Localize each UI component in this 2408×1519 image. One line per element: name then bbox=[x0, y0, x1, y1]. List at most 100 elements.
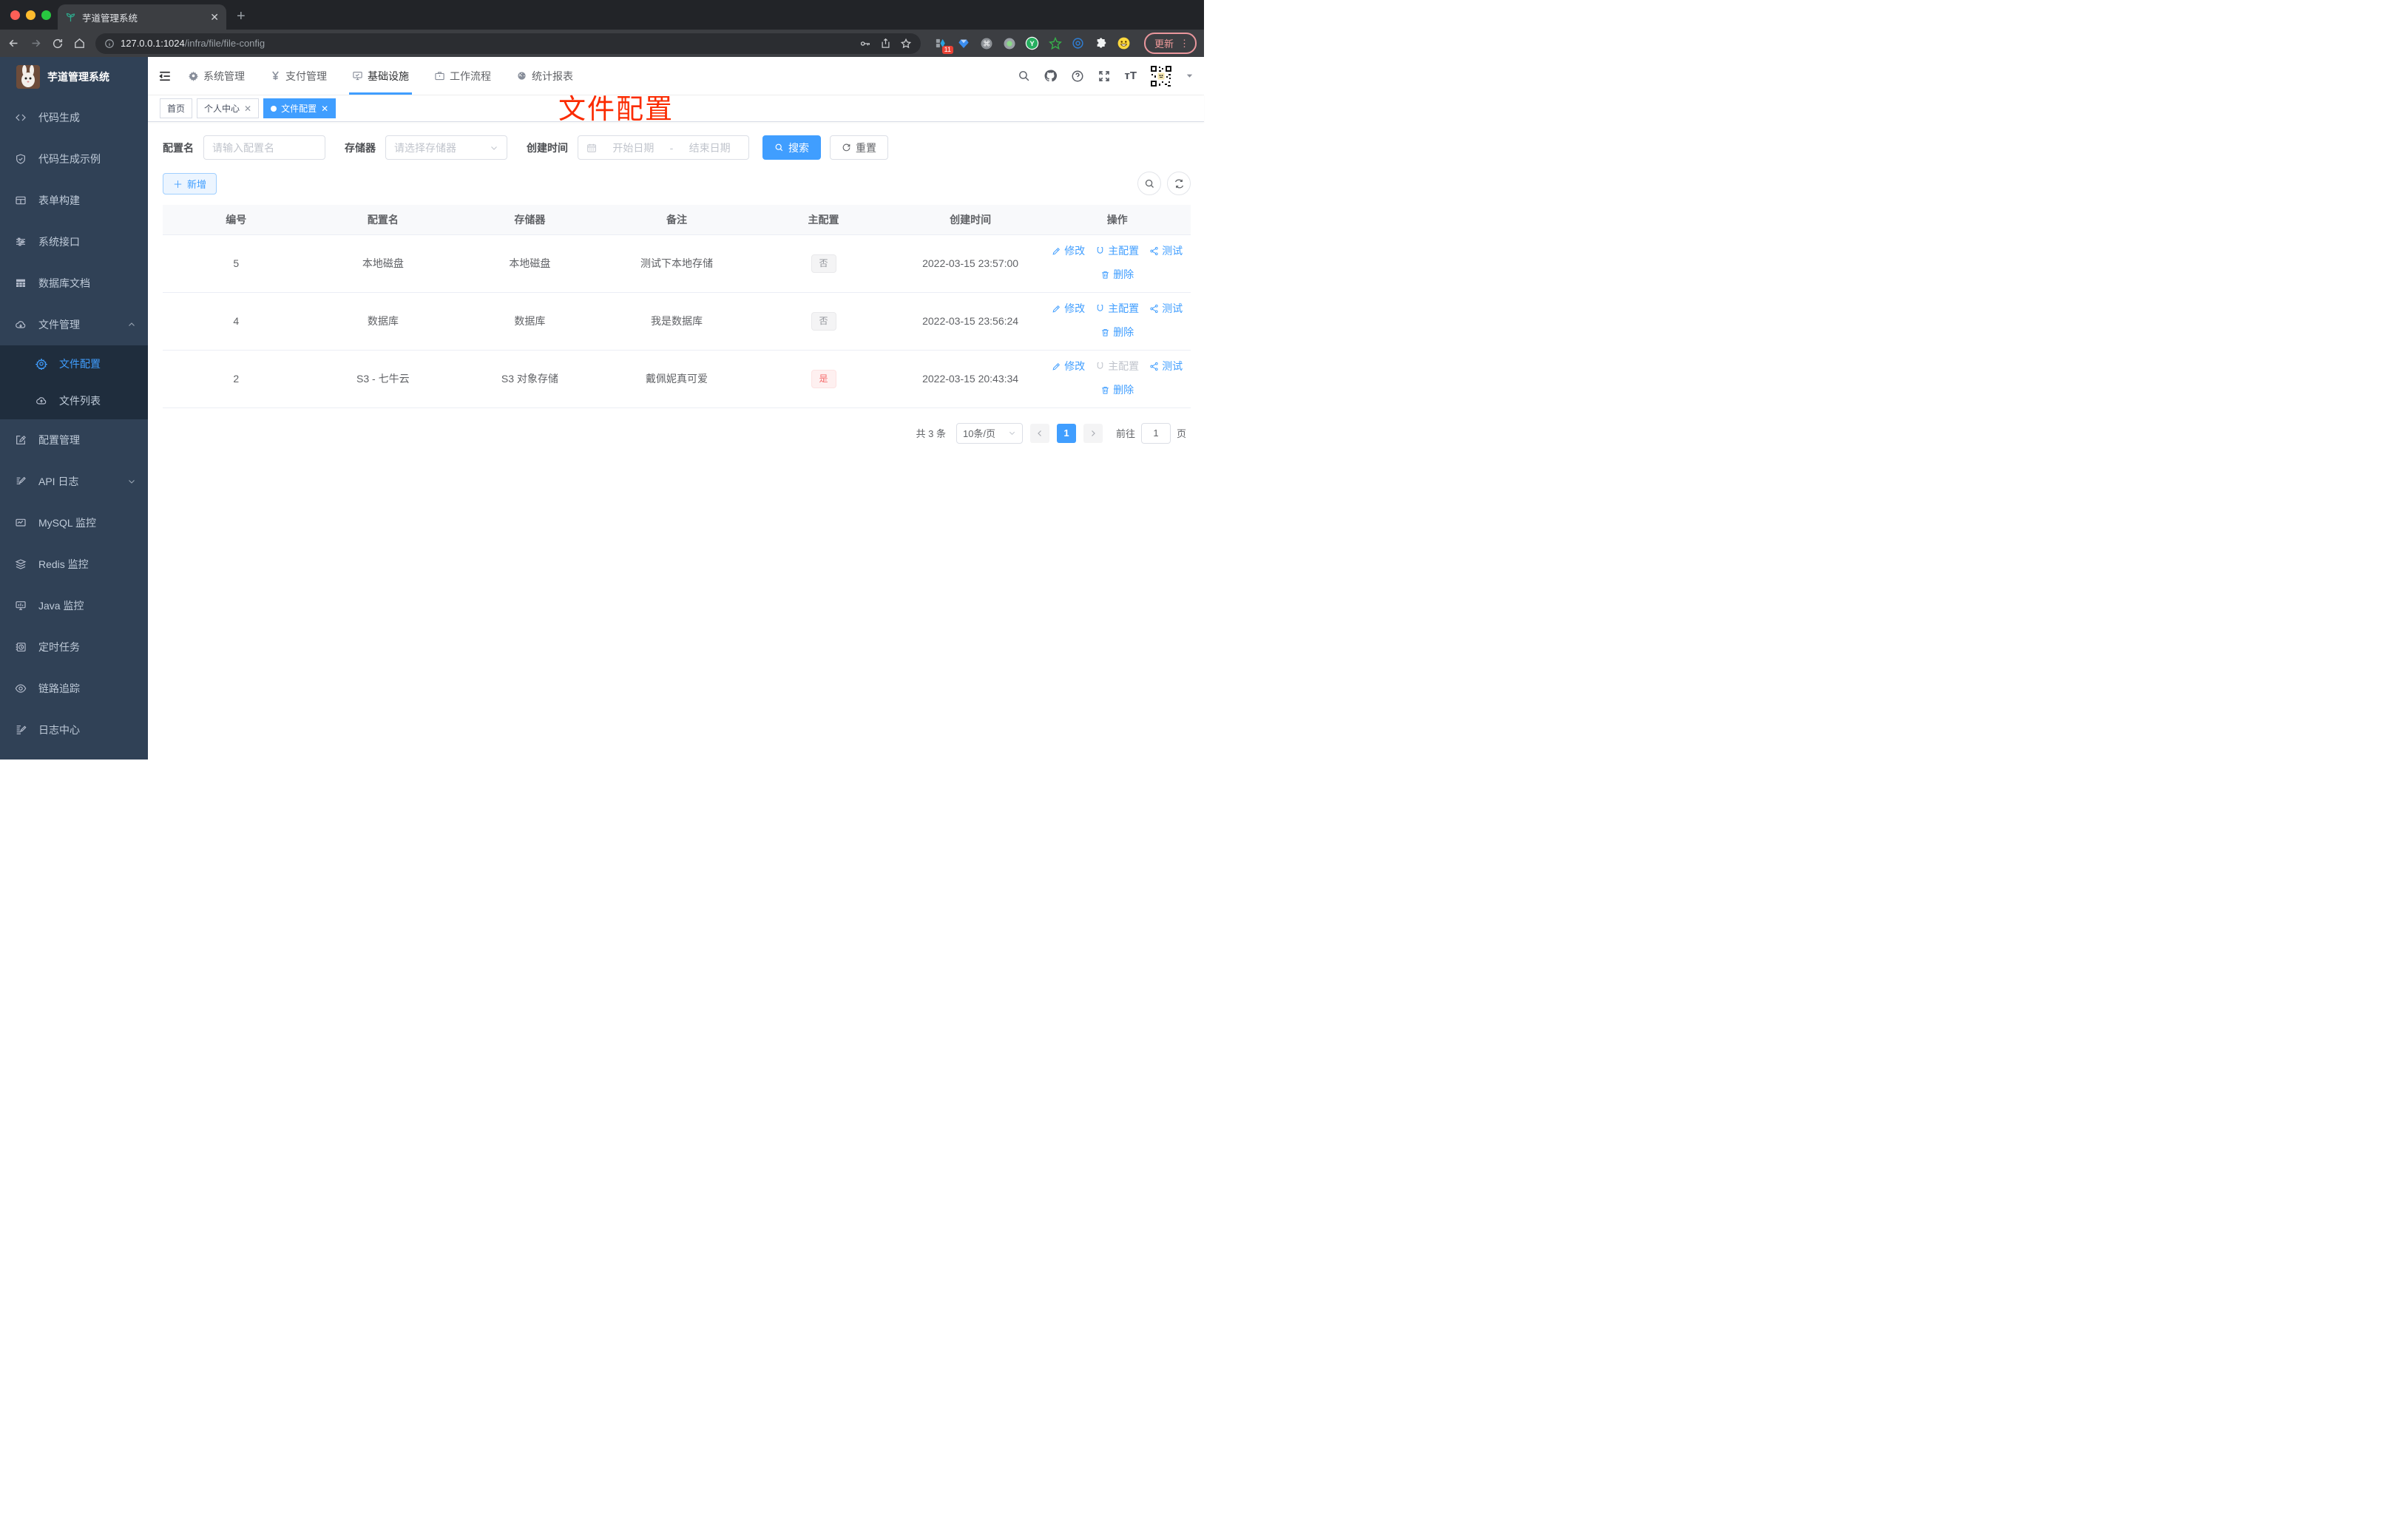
extension-emoji-icon[interactable] bbox=[1117, 36, 1132, 51]
maximize-window-button[interactable] bbox=[41, 10, 51, 20]
close-icon[interactable]: ✕ bbox=[321, 104, 328, 114]
forward-icon[interactable] bbox=[30, 37, 42, 50]
sidebar-item-log-center[interactable]: 日志中心 bbox=[0, 709, 148, 751]
edit-action[interactable]: 修改 bbox=[1052, 303, 1085, 314]
search-button[interactable]: 搜索 bbox=[762, 135, 821, 160]
url-text[interactable]: 127.0.0.1:1024/infra/file/file-config bbox=[121, 38, 853, 49]
extension-puzzle-icon[interactable] bbox=[1094, 36, 1109, 51]
avatar[interactable] bbox=[1150, 64, 1172, 87]
extension-gem-icon[interactable] bbox=[956, 36, 971, 51]
config-name-input[interactable] bbox=[203, 135, 325, 160]
extension-star-icon[interactable] bbox=[1048, 36, 1063, 51]
sidebar-item-code-demo[interactable]: 代码生成示例 bbox=[0, 138, 148, 180]
tag-home[interactable]: 首页 bbox=[160, 98, 193, 118]
sidebar-item-db-doc[interactable]: 数据库文档 bbox=[0, 263, 148, 304]
close-window-button[interactable] bbox=[10, 10, 20, 20]
test-action[interactable]: 测试 bbox=[1149, 246, 1183, 256]
delete-action[interactable]: 删除 bbox=[1100, 385, 1134, 395]
sidebar-collapse-icon[interactable] bbox=[158, 70, 172, 83]
search-toggle-button[interactable] bbox=[1137, 172, 1161, 195]
tab-close-icon[interactable]: ✕ bbox=[210, 11, 219, 24]
nav-item-payment-mgmt[interactable]: 支付管理 bbox=[270, 57, 327, 95]
redis-stack-icon bbox=[15, 558, 27, 570]
next-page-button[interactable] bbox=[1083, 423, 1103, 443]
date-range-picker[interactable]: 开始日期 - 结束日期 bbox=[578, 135, 749, 160]
share-icon[interactable] bbox=[880, 38, 891, 49]
storage-select[interactable]: 请选择存储器 bbox=[385, 135, 507, 160]
site-info-icon[interactable] bbox=[104, 38, 115, 49]
browser-update-button[interactable]: 更新 ⋮ bbox=[1143, 33, 1197, 54]
user-caret-down-icon[interactable] bbox=[1186, 72, 1194, 80]
minimize-window-button[interactable] bbox=[26, 10, 35, 20]
extension-command-icon[interactable]: ⌘ bbox=[979, 36, 994, 51]
sidebar-item-scheduled-task[interactable]: 定时任务 bbox=[0, 626, 148, 668]
github-icon[interactable] bbox=[1044, 69, 1058, 83]
end-date-placeholder[interactable]: 结束日期 bbox=[679, 141, 740, 155]
edit-action[interactable]: 修改 bbox=[1052, 361, 1085, 371]
test-action[interactable]: 测试 bbox=[1149, 303, 1183, 314]
sidebar-item-mysql-monitor[interactable]: MySQL 监控 bbox=[0, 502, 148, 544]
page-size-select[interactable]: 10条/页 bbox=[956, 422, 1023, 444]
close-icon[interactable]: ✕ bbox=[244, 104, 251, 114]
pagination: 共 3 条 10条/页 1 前往 页 bbox=[163, 422, 1191, 444]
db-table-icon bbox=[15, 277, 27, 289]
sidebar-item-file-list[interactable]: 文件列表 bbox=[0, 382, 148, 419]
reload-icon[interactable] bbox=[52, 38, 64, 50]
delete-action[interactable]: 删除 bbox=[1100, 327, 1134, 337]
reset-button[interactable]: 重置 bbox=[830, 135, 888, 160]
tag-file-config[interactable]: 文件配置 ✕ bbox=[263, 98, 336, 118]
sidebar-item-code-gen[interactable]: 代码生成 bbox=[0, 97, 148, 138]
sidebar-item-java-monitor[interactable]: Java 监控 bbox=[0, 585, 148, 626]
prev-page-button[interactable] bbox=[1029, 423, 1049, 443]
font-size-icon[interactable]: ᴛT bbox=[1124, 70, 1137, 82]
extension-eye-icon[interactable] bbox=[1071, 36, 1086, 51]
sidebar-item-api-log[interactable]: API 日志 bbox=[0, 461, 148, 502]
refresh-table-button[interactable] bbox=[1167, 172, 1191, 195]
page-number-button[interactable]: 1 bbox=[1056, 423, 1076, 443]
sidebar-item-file-config[interactable]: 文件配置 bbox=[0, 345, 148, 382]
sidebar-item-form-builder[interactable]: 表单构建 bbox=[0, 180, 148, 221]
search-icon[interactable] bbox=[1018, 70, 1030, 82]
extension-grid-icon[interactable]: 11 bbox=[933, 36, 953, 54]
password-key-icon[interactable] bbox=[859, 38, 871, 50]
app-logo-row[interactable]: 芋道管理系统 bbox=[0, 57, 148, 97]
edit-action[interactable]: 修改 bbox=[1052, 246, 1085, 256]
master-action[interactable]: 主配置 bbox=[1095, 303, 1139, 314]
delete-action[interactable]: 删除 bbox=[1100, 269, 1134, 280]
window-controls[interactable] bbox=[10, 10, 51, 20]
add-button[interactable]: ＋ 新增 bbox=[163, 172, 217, 194]
svg-text:⌘: ⌘ bbox=[983, 40, 990, 48]
help-icon[interactable] bbox=[1071, 70, 1084, 83]
new-tab-button[interactable]: + bbox=[237, 8, 246, 25]
col-actions: 操作 bbox=[1044, 205, 1191, 235]
sidebar-item-tracing[interactable]: 链路追踪 bbox=[0, 668, 148, 709]
back-icon[interactable] bbox=[7, 37, 20, 50]
nav-item-infrastructure[interactable]: 基础设施 bbox=[349, 57, 412, 95]
sliders-icon bbox=[15, 236, 27, 248]
page-content: 配置名 存储器 请选择存储器 创建时间 开始日期 - 结束日期 bbox=[148, 122, 1204, 760]
bookmark-star-icon[interactable] bbox=[900, 38, 912, 50]
extension-dot-icon[interactable] bbox=[1002, 36, 1017, 51]
master-action[interactable]: 主配置 bbox=[1095, 246, 1139, 256]
tag-profile[interactable]: 个人中心 ✕ bbox=[197, 98, 260, 118]
nav-item-workflow[interactable]: 工作流程 bbox=[434, 57, 491, 95]
annotation-file-config: 文件配置 bbox=[558, 94, 674, 124]
search-icon bbox=[774, 143, 784, 152]
fullscreen-icon[interactable] bbox=[1098, 70, 1111, 83]
sidebar-item-file-mgmt[interactable]: 文件管理 bbox=[0, 304, 148, 345]
nav-item-system-mgmt[interactable]: 系统管理 bbox=[188, 57, 245, 95]
start-date-placeholder[interactable]: 开始日期 bbox=[603, 141, 664, 155]
filter-form: 配置名 存储器 请选择存储器 创建时间 开始日期 - 结束日期 bbox=[163, 135, 1191, 160]
sidebar-item-config-mgmt[interactable]: 配置管理 bbox=[0, 419, 148, 461]
home-icon[interactable] bbox=[73, 37, 86, 50]
sidebar-item-system-api[interactable]: 系统接口 bbox=[0, 221, 148, 263]
goto-page-input[interactable] bbox=[1140, 422, 1171, 444]
log-center-icon bbox=[15, 724, 27, 736]
browser-tab[interactable]: 芋道管理系统 ✕ bbox=[58, 4, 226, 30]
sidebar-item-redis-monitor[interactable]: Redis 监控 bbox=[0, 544, 148, 585]
browser-menu-icon[interactable]: ⋮ bbox=[1180, 38, 1189, 50]
table-row: 4 数据库 数据库 我是数据库 否 2022-03-15 23:56:24 修改… bbox=[163, 292, 1191, 351]
url-bar[interactable]: 127.0.0.1:1024/infra/file/file-config bbox=[95, 33, 921, 54]
extension-y-icon[interactable]: Y bbox=[1025, 36, 1040, 51]
test-action[interactable]: 测试 bbox=[1149, 361, 1183, 371]
